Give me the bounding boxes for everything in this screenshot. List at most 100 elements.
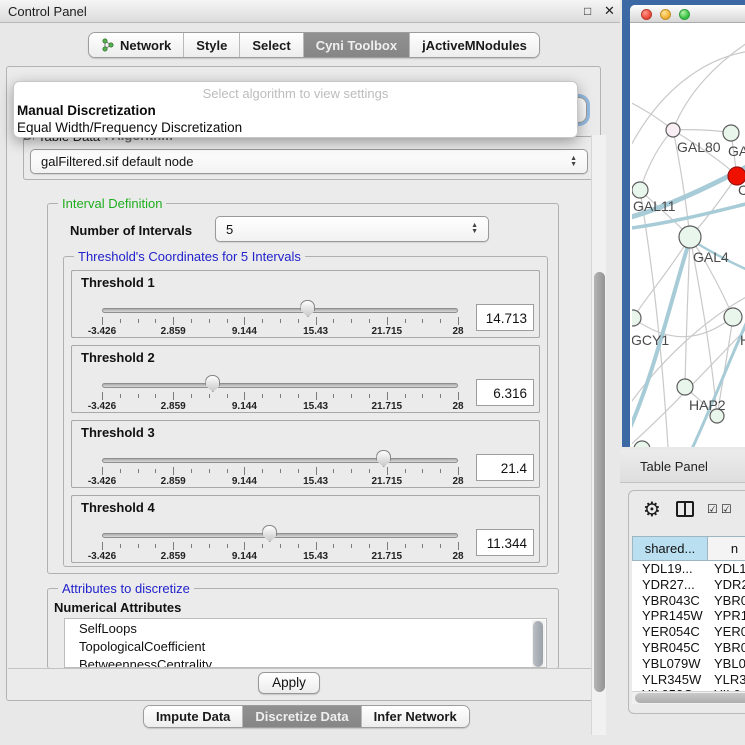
tab-infer-network[interactable]: Infer Network	[362, 706, 469, 727]
threshold-slider-track[interactable]	[102, 533, 458, 538]
panel-scrollbar-thumb[interactable]	[594, 272, 605, 692]
zoom-traffic-light[interactable]	[679, 9, 690, 20]
column-header-shared[interactable]: shared...	[632, 536, 708, 561]
table-cell[interactable]: YDL19...	[632, 561, 708, 577]
threshold-value-field[interactable]: 11.344	[476, 529, 534, 556]
table-row[interactable]: YDR27...YDR2	[632, 577, 745, 593]
table-cell[interactable]: YBR0	[708, 593, 745, 609]
table-cell[interactable]: YBL0	[708, 656, 745, 672]
network-node[interactable]	[666, 123, 680, 137]
table-cell[interactable]: YDL1	[708, 561, 745, 577]
list-scrollbar[interactable]	[532, 620, 545, 668]
algorithm-option-equal-width[interactable]: Equal Width/Frequency Discretization	[17, 120, 242, 135]
column-header-name[interactable]: n	[708, 536, 745, 561]
table-row[interactable]: YBR045CYBR0	[632, 640, 745, 656]
num-intervals-combo[interactable]: 5 ▲▼	[215, 216, 489, 242]
table-data-combo[interactable]: galFiltered.sif default node ▲▼	[30, 149, 588, 174]
tick-label: 2.859	[161, 551, 186, 562]
table-data-group: Table Data galFiltered.sif default node …	[23, 136, 593, 180]
threshold-slider-thumb[interactable]	[300, 300, 315, 317]
table-cell[interactable]: YBL079W	[632, 656, 708, 672]
threshold-slider-thumb[interactable]	[376, 450, 391, 467]
table-cell[interactable]: YPR145W	[632, 608, 708, 624]
close-icon[interactable]: ✕	[604, 3, 615, 19]
table-row[interactable]: YPR145WYPR1	[632, 608, 745, 624]
table-cell[interactable]: YDR2	[708, 577, 745, 593]
threshold-value-field[interactable]: 21.4	[476, 454, 534, 481]
network-node[interactable]	[724, 308, 742, 326]
network-node[interactable]	[632, 310, 641, 326]
tab-jactivemnodules[interactable]: jActiveMNodules	[410, 33, 539, 57]
slider-tick-labels: -3.4262.8599.14415.4321.71528	[102, 401, 458, 413]
attribute-list-item[interactable]: SelfLoops	[65, 619, 546, 637]
threshold-panel: Threshold 1 -3.4262.8599.14415.4321.7152…	[71, 270, 540, 338]
network-node[interactable]	[632, 182, 648, 198]
node-label: GAL4	[693, 249, 729, 265]
divider	[8, 668, 601, 669]
threshold-panel: Threshold 2 -3.4262.8599.14415.4321.7152…	[71, 345, 540, 413]
table-h-scrollbar-thumb[interactable]	[635, 693, 745, 703]
apply-button[interactable]: Apply	[258, 672, 320, 694]
table-data-combo-value: galFiltered.sif default node	[41, 154, 193, 169]
network-canvas[interactable]: GAL80GACGAL11GAL4GCY1HHAP2	[632, 23, 745, 447]
network-node[interactable]	[634, 441, 650, 447]
table-cell[interactable]: YER0	[708, 624, 745, 640]
slider-ticks	[102, 392, 458, 400]
table-row[interactable]: YDL19...YDL1	[632, 561, 745, 577]
checkbox-icon[interactable]: ☑	[707, 502, 718, 516]
float-window-icon[interactable]: □	[584, 4, 591, 18]
tab-style[interactable]: Style	[184, 33, 240, 57]
table-h-scrollbar[interactable]	[632, 691, 745, 704]
table-row[interactable]: YER054CYER0	[632, 624, 745, 640]
tab-select[interactable]: Select	[240, 33, 303, 57]
algorithm-placeholder: Select algorithm to view settings	[14, 86, 577, 101]
threshold-slider-track[interactable]	[102, 308, 458, 313]
table-cell[interactable]: YLR3	[708, 672, 745, 688]
tab-discretize-data[interactable]: Discretize Data	[243, 706, 361, 727]
algorithm-option-manual[interactable]: Manual Discretization	[17, 103, 156, 118]
table-cell[interactable]: YER054C	[632, 624, 708, 640]
network-node[interactable]	[679, 226, 701, 248]
threshold-slider-thumb[interactable]	[262, 525, 277, 542]
close-traffic-light[interactable]	[641, 9, 652, 20]
attribute-list-item[interactable]: TopologicalCoefficient	[65, 637, 546, 655]
table-row[interactable]: YBL079WYBL0	[632, 656, 745, 672]
split-columns-icon[interactable]	[676, 501, 694, 517]
table-row[interactable]: YLR345WYLR3	[632, 672, 745, 688]
table-cell[interactable]: YLR345W	[632, 672, 708, 688]
tick-label: 15.43	[303, 401, 328, 412]
checkbox-icon[interactable]: ☑	[721, 502, 732, 516]
table-cell[interactable]: YBR043C	[632, 593, 708, 609]
numerical-attributes-list[interactable]: SelfLoopsTopologicalCoefficientBetweenne…	[64, 618, 547, 668]
threshold-slider-track[interactable]	[102, 458, 458, 463]
table-body: YDL19...YDL1YDR27...YDR2YBR043CYBR0YPR14…	[632, 561, 745, 691]
table-cell[interactable]: YDR27...	[632, 577, 708, 593]
table-cell[interactable]: YBR0	[708, 640, 745, 656]
tab-style-label: Style	[196, 38, 227, 53]
minimize-traffic-light[interactable]	[660, 9, 671, 20]
node-label: H	[740, 332, 745, 348]
tick-label: 28	[452, 401, 463, 412]
table-cell[interactable]: YBR045C	[632, 640, 708, 656]
gear-icon[interactable]: ⚙	[643, 497, 661, 522]
network-node[interactable]	[677, 379, 693, 395]
top-tab-bar: Network Style Select Cyni Toolbox jActiv…	[88, 32, 540, 58]
network-node[interactable]	[723, 125, 739, 141]
table-row[interactable]: YBR043CYBR0	[632, 593, 745, 609]
list-scrollbar-thumb[interactable]	[533, 621, 543, 667]
tab-network[interactable]: Network	[89, 33, 184, 57]
tab-network-label: Network	[120, 38, 171, 53]
panel-scrollbar[interactable]	[591, 135, 606, 735]
tick-label: 9.144	[232, 326, 257, 337]
node-label: HAP2	[689, 397, 726, 413]
attributes-group-title: Attributes to discretize	[58, 581, 194, 596]
table-cell[interactable]: YPR1	[708, 608, 745, 624]
threshold-slider-thumb[interactable]	[205, 375, 220, 392]
threshold-value-field[interactable]: 14.713	[476, 304, 534, 331]
tab-impute-data[interactable]: Impute Data	[144, 706, 243, 727]
tab-cyni-toolbox[interactable]: Cyni Toolbox	[304, 33, 410, 57]
tick-label: -3.426	[88, 326, 116, 337]
threshold-slider-track[interactable]	[102, 383, 458, 388]
threshold-value-field[interactable]: 6.316	[476, 379, 534, 406]
attribute-list-item[interactable]: BetweennessCentrality	[65, 655, 546, 668]
